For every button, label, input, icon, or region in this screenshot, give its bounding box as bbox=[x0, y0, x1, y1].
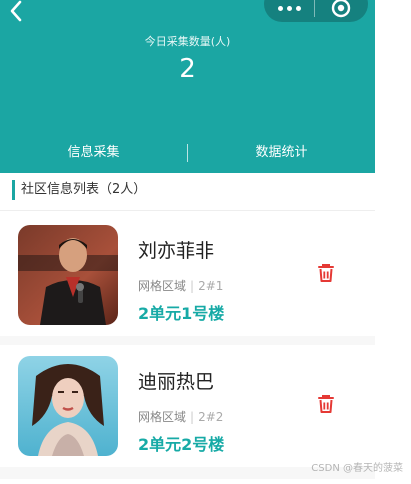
region-code: 2#1 bbox=[198, 279, 224, 293]
person-name: 刘亦菲非 bbox=[138, 240, 215, 262]
delete-button[interactable] bbox=[316, 393, 336, 415]
header: 今日采集数量(人) 2 信息采集 数据统计 bbox=[0, 0, 375, 173]
trash-icon bbox=[318, 395, 334, 413]
divider bbox=[0, 210, 375, 211]
tab-info-collect[interactable]: 信息采集 bbox=[0, 133, 187, 173]
close-button[interactable] bbox=[315, 0, 367, 22]
delete-button[interactable] bbox=[316, 262, 336, 284]
chevron-left-icon bbox=[10, 0, 22, 22]
person-name: 迪丽热巴 bbox=[138, 371, 215, 393]
avatar bbox=[18, 356, 118, 456]
tab-data-stats[interactable]: 数据统计 bbox=[188, 133, 375, 173]
region-info: 网格区域 | 2#1 bbox=[138, 279, 224, 293]
more-dots-icon bbox=[277, 5, 283, 11]
mini-program-capsule bbox=[264, 0, 368, 22]
today-count-label: 今日采集数量(人) bbox=[144, 35, 231, 48]
target-circle-icon bbox=[331, 0, 351, 18]
watermark: CSDN @春天的菠菜 bbox=[311, 463, 403, 474]
region-label: 网格区域 bbox=[138, 410, 187, 424]
address: 2单元2号楼 bbox=[138, 435, 225, 454]
region-label: 网格区域 bbox=[138, 279, 187, 293]
trash-icon bbox=[318, 264, 334, 282]
address: 2单元1号楼 bbox=[138, 304, 225, 323]
region-code: 2#2 bbox=[198, 410, 224, 424]
tab-bar: 信息采集 数据统计 bbox=[0, 133, 375, 173]
more-button[interactable] bbox=[264, 0, 314, 22]
list-title: 社区信息列表（2人） bbox=[12, 180, 146, 200]
list-item[interactable]: 刘亦菲非 网格区域 | 2#1 2单元1号楼 bbox=[0, 214, 375, 336]
list-item[interactable]: 迪丽热巴 网格区域 | 2#2 2单元2号楼 bbox=[0, 345, 375, 467]
back-button[interactable] bbox=[4, 0, 30, 26]
avatar bbox=[18, 225, 118, 325]
region-info: 网格区域 | 2#2 bbox=[138, 410, 224, 424]
today-count-value: 2 bbox=[179, 54, 196, 84]
app-screen: 今日采集数量(人) 2 信息采集 数据统计 社区信息列表（2人） 刘亦菲非 网格… bbox=[0, 0, 375, 484]
